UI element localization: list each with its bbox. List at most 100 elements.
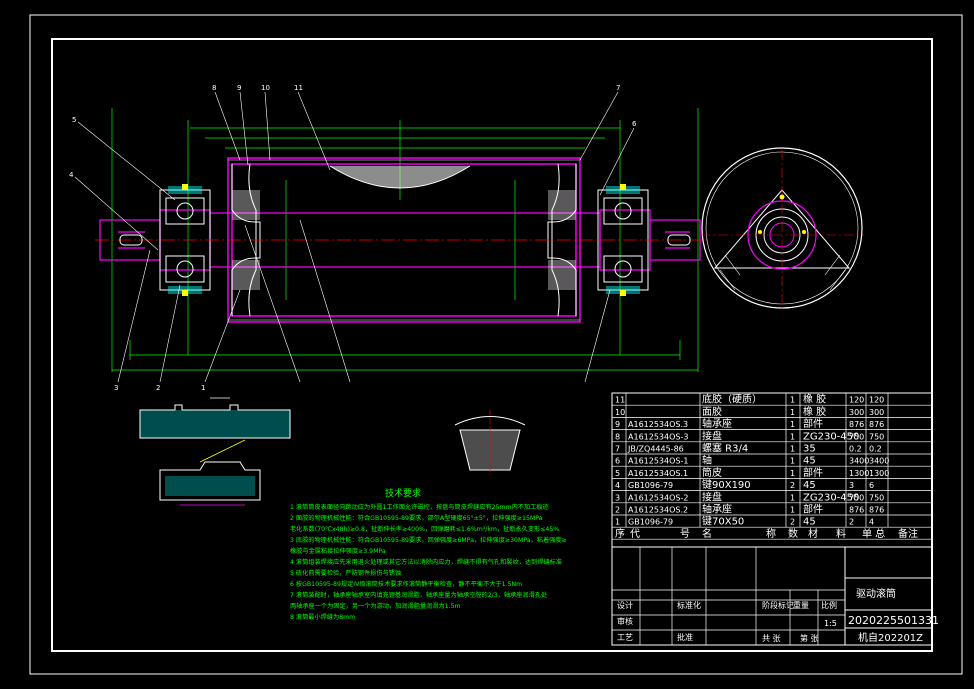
- part-label: 7: [616, 84, 620, 92]
- bom-cell-no: 1: [615, 518, 620, 527]
- bom-cell-qty: 1: [790, 396, 795, 405]
- note-line: 8 滚筒最小焊缝为8mm: [290, 613, 355, 621]
- bom-cell-material: 橡 胶: [803, 393, 826, 406]
- bom-header-remark: 备注: [898, 527, 918, 540]
- bom-cell-code: A1612534OS.1: [628, 469, 688, 478]
- sheet-count: 共 张: [762, 634, 781, 643]
- note-line: 6 按GB10595-89规定IV级滚筒技术要求作滚筒静平衡检查，静不平衡不大于…: [290, 580, 522, 588]
- title-block: 设计 审核 工艺 标准化 批准 阶段标记 重量 比例 1:5 共 张 第 张 驱…: [611, 546, 939, 646]
- bom-cell-qty: 2: [790, 518, 795, 527]
- part-label: 9: [237, 84, 241, 92]
- note-line: 2 面胶的物理机械性能：符合GB10595-89要求，邵尔A型硬度65°±5°，…: [290, 514, 543, 522]
- bom-cell-material: 部件: [803, 417, 823, 430]
- bom-cell-code: A1612534OS.2: [628, 506, 688, 515]
- bom-cell-w1: 0.2: [849, 445, 862, 454]
- leader-lines: [74, 91, 635, 383]
- part-label: 1: [201, 384, 205, 392]
- bom-cell-w2: 750: [869, 493, 884, 502]
- note-line: 橡胶与金属粘接拉伸强度≥3.9MPa: [290, 547, 386, 555]
- bom-header-code: 代: [630, 528, 640, 540]
- bom-cell-w1: 876: [849, 506, 864, 515]
- bom-cell-name: 键70X50: [702, 515, 744, 528]
- bom-cell-w1: 750: [849, 432, 864, 441]
- bom-cell-material: 部件: [803, 466, 823, 479]
- bom-cell-name: 螺塞 R3/4: [702, 442, 748, 455]
- bom-cell-code: A1612534OS-3: [628, 432, 688, 441]
- detail-view-lagging: [139, 397, 291, 439]
- bom-cell-w2: 0.2: [869, 445, 882, 454]
- bom-cell-no: 9: [615, 420, 620, 429]
- drum-section-view: [74, 91, 710, 383]
- bom-cell-qty: 1: [790, 493, 795, 502]
- bom-cell-qty: 1: [790, 420, 795, 429]
- note-line: 4 滚筒组装焊接应先采用退火处理或其它方法以消除内应力，焊缝不得有气孔和裂纹，达…: [290, 558, 562, 566]
- engineering-drawing-canvas: 8 9 10 11 7 6 5 4 3 2 1 技术要求 1 滚筒筒皮表面径向跳…: [29, 14, 963, 675]
- bom-cell-material: 45: [803, 480, 816, 491]
- bom-cell-name: 键90X190: [702, 478, 751, 491]
- bom-cell-material: 35: [803, 444, 816, 455]
- scale-value: 1:5: [824, 619, 837, 628]
- bom-cell-code: GB1096-79: [628, 518, 673, 527]
- bom-cell-material: 部件: [803, 503, 823, 516]
- bom-cell-no: 3: [615, 493, 620, 502]
- part-label: 3: [114, 384, 118, 392]
- part-label: 8: [212, 84, 216, 92]
- note-line: 两轴承座一个为固定，另一个为游动，加润滑脂量润滑为1.5m: [290, 602, 461, 610]
- notes-title: 技术要求: [385, 487, 421, 499]
- bom-cell-w2: 876: [869, 506, 884, 515]
- bom-cell-w1: 3: [849, 481, 854, 490]
- series-code: 机自202201Z: [858, 631, 923, 644]
- bom-header-code2: 号: [680, 528, 690, 540]
- bom-header-material: 材: [808, 527, 818, 540]
- bom-cell-no: 2: [615, 506, 620, 515]
- sheet-number: 第 张: [800, 633, 819, 643]
- note-line: 7 滚筒装配时，轴承座轴承室内填充锂基润滑脂，轴承座量为轴承空腔的2/3，轴承座…: [290, 591, 547, 599]
- bom-cell-w2: 4: [869, 518, 874, 527]
- title-label: 阶段标记: [762, 600, 794, 610]
- bom-cell-name: 底胶（硬质）: [702, 393, 762, 406]
- bom-cell-w2: 3400: [869, 457, 889, 466]
- bom-cell-qty: 1: [790, 469, 795, 478]
- drawing-number: 2020225501331: [848, 614, 939, 627]
- bom-cell-name: 轴: [702, 454, 712, 467]
- title-label: 工艺: [617, 633, 633, 642]
- note-line: 5 硫化前需要检验，严防钢件损伤与锈蚀: [290, 569, 401, 577]
- title-label: 批准: [677, 632, 693, 642]
- bom-cell-no: 8: [615, 432, 620, 441]
- title-label: 比例: [821, 600, 837, 610]
- bom-cell-material: 橡 胶: [803, 405, 826, 418]
- bom-cell-no: 7: [615, 445, 620, 454]
- bom-cell-material: 45: [803, 456, 816, 467]
- bom-cell-name: 面胶: [702, 405, 722, 418]
- bom-header-qty: 数: [788, 527, 798, 540]
- bom-cell-code: GB1096-79: [628, 481, 673, 490]
- bom-cell-w1: 750: [849, 493, 864, 502]
- part-label: 10: [261, 84, 270, 92]
- bom-cell-no: 10: [615, 408, 625, 417]
- bom-header-name: 名: [702, 527, 712, 540]
- part-label: 4: [69, 171, 74, 179]
- technical-notes: 技术要求 1 滚筒筒皮表面径向跳动应为外圆1工作面允许磁控，按盘与筒皮焊缝应有2…: [290, 487, 567, 621]
- bom-cell-w2: 300: [869, 408, 884, 417]
- bom-cell-w2: 120: [869, 396, 884, 405]
- detail-view-weld: [454, 410, 526, 475]
- bom-cell-no: 5: [615, 469, 620, 478]
- bom-cell-name: 轴承座: [702, 417, 732, 430]
- bom-cell-w1: 120: [849, 396, 864, 405]
- part-label: 11: [294, 84, 303, 92]
- bom-cell-w2: 876: [869, 420, 884, 429]
- part-label: 6: [632, 120, 637, 128]
- bom-cell-w1: 2: [849, 518, 854, 527]
- part-label: 2: [156, 384, 160, 392]
- title-label: 重量: [793, 600, 809, 610]
- bom-cell-w2: 6: [869, 481, 874, 490]
- bom-cell-w1: 3400: [849, 457, 869, 466]
- bom-cell-w1: 300: [849, 408, 864, 417]
- note-line: 1 滚筒筒皮表面径向跳动应为外圆1工作面允许磁控，按盘与筒皮焊缝应有25mm内不…: [290, 503, 549, 511]
- part-label: 5: [72, 116, 76, 124]
- note-line: 3 底胶的物理机械性能：符合GB10595-89要求，回弹强度≥6MPa，拉伸强…: [290, 536, 567, 544]
- bom-cell-qty: 2: [790, 481, 795, 490]
- bom-cell-qty: 1: [790, 432, 795, 441]
- bom-cell-code: A1612534OS.3: [628, 420, 688, 429]
- bom-header-w: 单 总: [862, 527, 885, 540]
